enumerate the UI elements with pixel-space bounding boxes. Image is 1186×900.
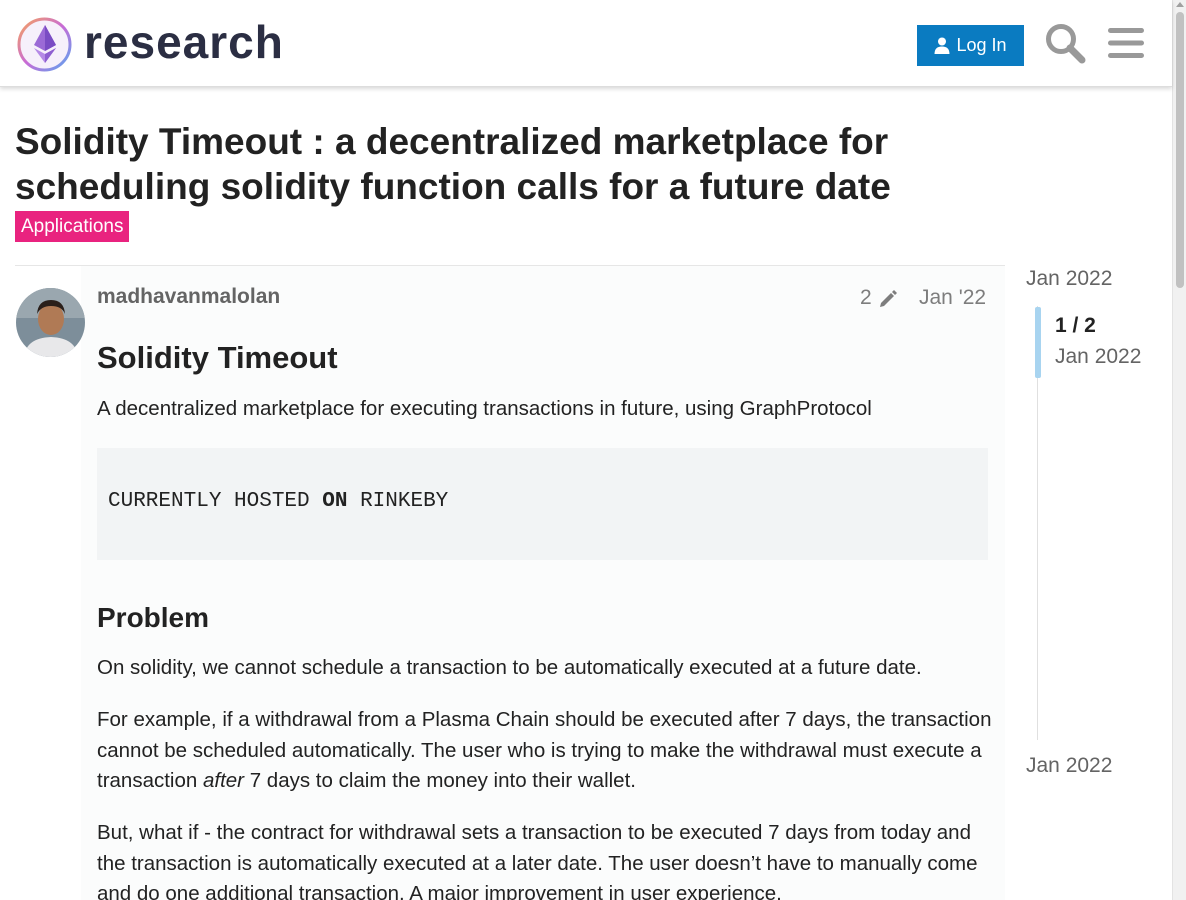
edit-history-button[interactable]: 2 bbox=[860, 286, 899, 310]
post-lead-text: A decentralized marketplace for executin… bbox=[97, 397, 872, 420]
login-button[interactable]: Log In bbox=[917, 25, 1024, 66]
timeline-handle[interactable] bbox=[1035, 307, 1041, 378]
timeline-position: 1 / 2 bbox=[1055, 314, 1096, 337]
paragraph-2-end: 7 days to claim the money into their wal… bbox=[244, 769, 636, 792]
user-icon bbox=[934, 37, 950, 54]
post-heading: Solidity Timeout bbox=[97, 340, 338, 375]
timeline-start-date[interactable]: Jan 2022 bbox=[1026, 267, 1112, 291]
site-header: research Log In bbox=[0, 0, 1172, 87]
hamburger-menu-icon[interactable] bbox=[1106, 25, 1146, 61]
paragraph-1: On solidity, we cannot schedule a transa… bbox=[97, 656, 922, 679]
post-author-username[interactable]: madhavanmalolan bbox=[97, 285, 280, 309]
code-text-keyword: ON bbox=[322, 490, 348, 513]
code-block: CURRENTLY HOSTED ON RINKEBY bbox=[97, 448, 988, 560]
code-text-after: RINKEBY bbox=[347, 490, 449, 513]
category-badge[interactable]: Applications bbox=[15, 211, 130, 242]
search-icon[interactable] bbox=[1044, 22, 1086, 64]
topic-title[interactable]: Solidity Timeout : a decentralized marke… bbox=[15, 119, 975, 209]
page-scrollbar[interactable] bbox=[1172, 0, 1186, 900]
scroll-up-arrow[interactable] bbox=[1176, 2, 1184, 7]
pencil-icon bbox=[879, 289, 897, 307]
avatar-image bbox=[16, 288, 85, 357]
avatar[interactable] bbox=[16, 288, 85, 357]
problem-heading: Problem bbox=[97, 602, 210, 633]
timeline-position-date: Jan 2022 bbox=[1055, 345, 1142, 368]
ethereum-logo-icon[interactable] bbox=[16, 16, 73, 73]
post-date[interactable]: Jan '22 bbox=[919, 286, 986, 310]
edit-count: 2 bbox=[860, 286, 872, 309]
code-text-before: CURRENTLY HOSTED bbox=[108, 490, 323, 513]
login-button-label: Log In bbox=[956, 35, 1007, 55]
site-logo-text[interactable]: research bbox=[84, 14, 284, 70]
timeline-end-date[interactable]: Jan 2022 bbox=[1026, 754, 1112, 778]
scroll-thumb[interactable] bbox=[1176, 12, 1184, 288]
paragraph-2: For example, if a withdrawal from a Plas… bbox=[97, 705, 992, 797]
paragraph-3: But, what if - the contract for withdraw… bbox=[97, 821, 978, 900]
paragraph-2-emphasis: after bbox=[202, 769, 245, 792]
